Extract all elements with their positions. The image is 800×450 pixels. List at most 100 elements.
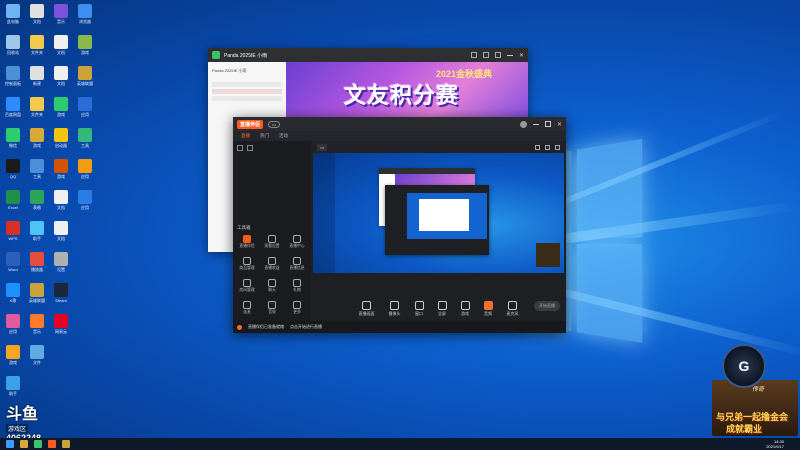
- streaming-titlebar[interactable]: 直播伴侣 ••• ✕: [233, 117, 566, 131]
- desktop-icon[interactable]: 应用: [72, 159, 98, 180]
- desktop-icon[interactable]: 文档: [24, 4, 50, 25]
- tab-1[interactable]: 热门: [260, 133, 269, 139]
- desktop-icon[interactable]: WPS: [0, 221, 26, 241]
- control-icon: [460, 301, 470, 310]
- tool-item[interactable]: 更多: [287, 301, 307, 315]
- tool-item[interactable]: 观看设置: [262, 235, 282, 249]
- tool-item[interactable]: 直播信息: [287, 257, 307, 271]
- tab-0[interactable]: 直播: [241, 133, 250, 139]
- control-button[interactable]: 窗口: [414, 301, 424, 317]
- desktop-icon[interactable]: 游戏: [48, 97, 74, 118]
- desktop-icon[interactable]: 文档: [48, 190, 74, 211]
- app-icon[interactable]: [34, 440, 42, 448]
- settings-icon[interactable]: [494, 51, 501, 58]
- desktop-icon[interactable]: 回收站: [0, 35, 26, 56]
- close-icon[interactable]: ✕: [519, 52, 524, 59]
- minimize-icon[interactable]: [506, 54, 513, 56]
- tool-item[interactable]: 直播伴侣: [237, 235, 257, 249]
- client-titlebar[interactable]: Panda 2025IE 小雨 ✕: [208, 48, 528, 62]
- stream-app-icon[interactable]: [48, 440, 56, 448]
- desktop-icon[interactable]: 设置: [48, 252, 74, 273]
- game-icon[interactable]: [62, 440, 70, 448]
- desktop-icon[interactable]: QQ: [0, 159, 26, 179]
- folder-icon[interactable]: [20, 440, 28, 448]
- avatar[interactable]: [519, 120, 527, 128]
- tool-item[interactable]: 直播收益: [262, 257, 282, 271]
- desktop-icon[interactable]: 游戏: [48, 159, 74, 180]
- desktop-icon[interactable]: 音乐: [24, 314, 50, 335]
- home-icon[interactable]: [470, 51, 477, 58]
- tool-item[interactable]: 直播中心: [287, 235, 307, 249]
- desktop-icon[interactable]: 游戏: [0, 345, 26, 366]
- desktop-icon[interactable]: 文档: [48, 66, 74, 87]
- desktop-icon[interactable]: 文件夹: [24, 97, 50, 118]
- tool-item[interactable]: 商品管理: [237, 257, 257, 271]
- control-button[interactable]: 游戏: [460, 301, 470, 317]
- start-icon[interactable]: [6, 440, 14, 448]
- desktop-icon[interactable]: 表格: [24, 190, 50, 211]
- desktop-icon[interactable]: 应用: [0, 314, 26, 335]
- desktop-icon[interactable]: 文档: [48, 221, 74, 242]
- streaming-window[interactable]: 直播伴侣 ••• ✕ 直播 热门 活动 工具箱 直播伴侣 观看设置 直播中心 商品管理 直播…: [233, 117, 566, 333]
- minimize-icon[interactable]: [532, 123, 539, 125]
- start-stream-button[interactable]: 开始直播: [534, 301, 560, 311]
- desktop-icon[interactable]: 新建: [24, 66, 50, 87]
- desktop-icon[interactable]: 此电脑: [0, 4, 26, 25]
- list-item[interactable]: [212, 82, 282, 87]
- tool-item[interactable]: 礼物: [287, 279, 307, 293]
- layout-icon[interactable]: [535, 144, 540, 150]
- desktop-icon[interactable]: 文档: [48, 35, 74, 56]
- scene-tab[interactable]: •••: [317, 143, 328, 151]
- desktop-icon[interactable]: 百度网盘: [0, 97, 26, 118]
- control-button[interactable]: 麦克风: [507, 301, 519, 317]
- control-button[interactable]: 直播画面: [359, 301, 375, 317]
- desktop-icon[interactable]: 助手: [24, 221, 50, 242]
- desktop-icon[interactable]: 文件: [24, 345, 50, 366]
- settings-icon[interactable]: [555, 144, 560, 150]
- desktop-icon[interactable]: 应用: [72, 190, 98, 211]
- desktop-icon[interactable]: 网易云: [48, 314, 74, 335]
- desktop-icon[interactable]: Word: [0, 252, 26, 272]
- desktop-icon[interactable]: 音乐: [48, 4, 74, 25]
- desktop-icon[interactable]: 文件夹: [24, 35, 50, 56]
- tool-item[interactable]: 房间管理: [237, 279, 257, 293]
- control-button[interactable]: 音频: [483, 301, 493, 317]
- stream-preview[interactable]: [313, 153, 564, 273]
- scene-selector[interactable]: [233, 141, 311, 155]
- tool-item[interactable]: 连麦: [237, 301, 257, 315]
- desktop-icon[interactable]: 工具: [72, 128, 98, 149]
- desktop-icon[interactable]: 应用: [72, 97, 98, 118]
- tool-item[interactable]: 聊天: [262, 279, 282, 293]
- tab-2[interactable]: 活动: [279, 133, 288, 139]
- desktop-icon[interactable]: 游戏: [24, 128, 50, 149]
- list-item[interactable]: [212, 96, 282, 101]
- control-button[interactable]: 全屏: [437, 301, 447, 317]
- promo-overlay[interactable]: 传奇 与兄弟一起撸金会 成就霸业 G: [712, 344, 798, 436]
- desktop-icon[interactable]: 助手: [0, 376, 26, 397]
- desktop-icon-label: 文件: [33, 360, 41, 365]
- gamepad-icon[interactable]: [482, 51, 489, 58]
- list-item[interactable]: [212, 89, 282, 94]
- desktop-icon[interactable]: 英雄联盟: [24, 283, 50, 304]
- grid-icon[interactable]: [545, 144, 550, 150]
- version-badge: •••: [268, 120, 281, 128]
- promo-card[interactable]: 传奇 与兄弟一起撸金会 成就霸业: [712, 380, 798, 436]
- system-clock[interactable]: 14:30 2021/9/17: [766, 439, 784, 449]
- desktop-icon[interactable]: 浏览器: [72, 4, 98, 25]
- desktop-icon[interactable]: K歌: [0, 283, 26, 304]
- desktop-icon[interactable]: 工具: [24, 159, 50, 180]
- desktop-icon[interactable]: 游戏: [72, 35, 98, 56]
- control-button[interactable]: 摄像头: [389, 301, 401, 317]
- desktop-icon[interactable]: Excel: [0, 190, 26, 210]
- desktop-icon[interactable]: 微信: [0, 128, 26, 149]
- maximize-icon[interactable]: [544, 121, 551, 127]
- assistant-icon: [6, 376, 20, 390]
- desktop-icon[interactable]: 控制面板: [0, 66, 26, 87]
- desktop-icon[interactable]: 启动器: [48, 128, 74, 149]
- desktop-icon[interactable]: 播放器: [24, 252, 50, 273]
- add-icon[interactable]: [247, 145, 253, 151]
- desktop-icon[interactable]: Steam: [48, 283, 74, 303]
- desktop-icon[interactable]: 英雄联盟: [72, 66, 98, 87]
- close-icon[interactable]: ✕: [557, 121, 562, 128]
- tool-item[interactable]: 音效: [262, 301, 282, 315]
